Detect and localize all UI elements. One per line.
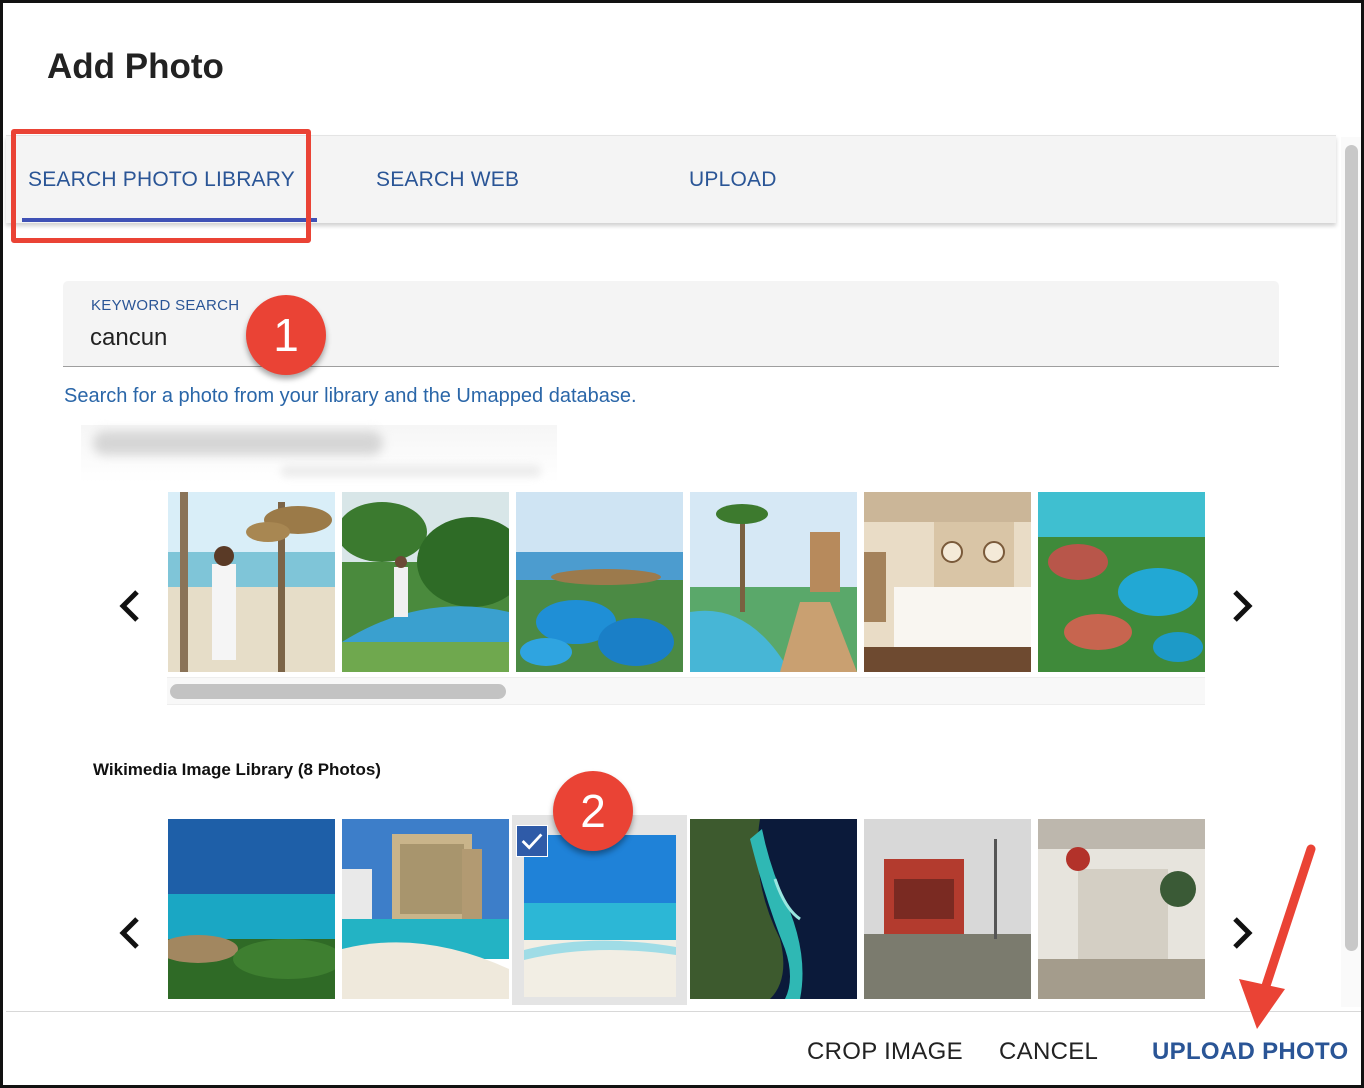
carousel-1-scrollbar-thumb[interactable] [170, 684, 506, 699]
photo-thumbnail[interactable] [864, 492, 1031, 672]
vertical-scrollbar[interactable] [1341, 137, 1361, 1007]
carousel-1-prev-button[interactable] [111, 586, 151, 626]
annotation-callout-2: 2 [553, 771, 633, 851]
carousel-2-prev-button[interactable] [111, 913, 151, 953]
chevron-right-icon [1233, 917, 1253, 949]
upload-photo-button[interactable]: UPLOAD PHOTO [1152, 1038, 1349, 1066]
wikimedia-section-title: Wikimedia Image Library (8 Photos) [93, 760, 381, 779]
check-icon [521, 833, 543, 850]
photo-thumbnail[interactable] [342, 492, 509, 672]
keyword-search-label: KEYWORD SEARCH [91, 297, 240, 314]
chevron-left-icon [119, 590, 139, 622]
add-photo-dialog: Add Photo SEARCH PHOTO LIBRARY SEARCH WE… [0, 0, 1364, 1088]
tab-upload[interactable]: UPLOAD [689, 136, 777, 224]
selected-checkbox[interactable] [516, 825, 548, 857]
keyword-search-field: KEYWORD SEARCH [63, 281, 1279, 367]
annotation-callout-1: 1 [246, 295, 326, 375]
photo-thumbnail[interactable] [864, 819, 1031, 999]
photo-thumbnail[interactable] [168, 819, 335, 999]
photo-thumbnail[interactable] [690, 492, 857, 672]
photo-thumbnail[interactable] [1038, 492, 1205, 672]
carousel-1-horizontal-scrollbar[interactable] [167, 677, 1205, 705]
crop-image-button[interactable]: CROP IMAGE [807, 1038, 963, 1066]
photo-thumbnail[interactable] [690, 819, 857, 999]
carousel-1-next-button[interactable] [1221, 586, 1261, 626]
chevron-right-icon [1233, 590, 1253, 622]
cancel-button[interactable]: CANCEL [999, 1038, 1098, 1066]
photo-thumbnail[interactable] [516, 492, 683, 672]
vertical-scrollbar-thumb[interactable] [1345, 145, 1358, 951]
photo-thumbnail[interactable] [342, 819, 509, 999]
tab-search-photo-library[interactable]: SEARCH PHOTO LIBRARY [22, 136, 317, 224]
dialog-title: Add Photo [47, 47, 224, 86]
blurred-section-title [81, 425, 557, 483]
carousel-2-next-button[interactable] [1221, 913, 1261, 953]
tab-bar: SEARCH PHOTO LIBRARY SEARCH WEB UPLOAD [6, 135, 1336, 223]
search-hint-text: Search for a photo from your library and… [64, 385, 637, 407]
photo-thumbnail[interactable] [1038, 819, 1205, 999]
photo-thumbnail-selected[interactable] [524, 835, 676, 997]
tab-search-web[interactable]: SEARCH WEB [376, 136, 519, 224]
dialog-footer: CROP IMAGE CANCEL UPLOAD PHOTO [6, 1011, 1361, 1085]
photo-thumbnail[interactable] [168, 492, 335, 672]
chevron-left-icon [119, 917, 139, 949]
